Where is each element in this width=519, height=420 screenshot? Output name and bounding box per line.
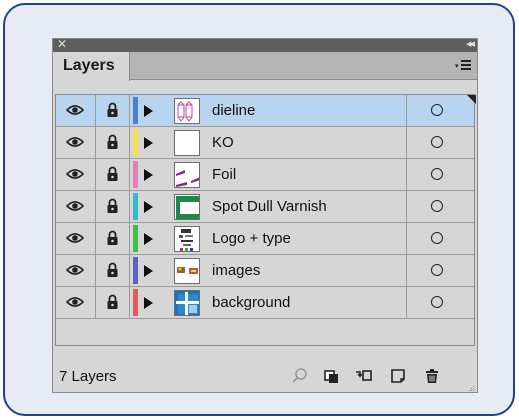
layer-row[interactable]: images (56, 255, 474, 287)
visibility-toggle[interactable] (56, 223, 96, 254)
expand-toggle[interactable] (144, 255, 158, 286)
layer-color-swatch (133, 257, 138, 284)
close-icon[interactable]: ✕ (57, 37, 67, 51)
disclosure-triangle-icon (144, 201, 153, 213)
disclosure-triangle-icon (144, 105, 153, 117)
target-circle-icon (431, 136, 443, 148)
expand-toggle[interactable] (144, 95, 158, 126)
layer-target[interactable] (406, 255, 476, 286)
lock-toggle[interactable] (96, 255, 130, 286)
disclosure-triangle-icon (144, 297, 153, 309)
disclosure-triangle-icon (144, 169, 153, 181)
layer-thumbnail (174, 194, 200, 220)
target-circle-icon (431, 104, 443, 116)
visibility-toggle[interactable] (56, 95, 96, 126)
expand-toggle[interactable] (144, 159, 158, 190)
tab-layers[interactable]: Layers (53, 52, 130, 81)
layer-thumbnail (174, 162, 200, 188)
expand-toggle[interactable] (144, 223, 158, 254)
target-circle-icon (431, 264, 443, 276)
layer-row[interactable]: background (56, 287, 474, 319)
layer-row[interactable]: Foil (56, 159, 474, 191)
layer-color-swatch (133, 129, 138, 156)
layer-target[interactable] (406, 287, 476, 318)
layer-name[interactable]: KO (212, 127, 402, 158)
layers-panel: ✕ ◂◂ Layers ▾ dieline KO Foil Spot Dull … (52, 37, 478, 393)
layer-color-swatch (133, 289, 138, 316)
layer-name[interactable]: images (212, 255, 402, 286)
lock-toggle[interactable] (96, 223, 130, 254)
lock-toggle[interactable] (96, 127, 130, 158)
visibility-toggle[interactable] (56, 191, 96, 222)
layer-thumbnail (174, 98, 200, 124)
layer-thumbnail (174, 130, 200, 156)
layer-color-swatch (133, 193, 138, 220)
new-sublayer-icon[interactable] (355, 367, 373, 385)
visibility-toggle[interactable] (56, 287, 96, 318)
layer-name[interactable]: Logo + type (212, 223, 402, 254)
layer-name[interactable]: Spot Dull Varnish (212, 191, 402, 222)
layer-color-swatch (133, 225, 138, 252)
collect-for-export-icon[interactable] (323, 367, 341, 385)
layer-row[interactable]: Logo + type (56, 223, 474, 255)
search-icon[interactable] (291, 367, 309, 385)
disclosure-triangle-icon (144, 233, 153, 245)
target-circle-icon (431, 200, 443, 212)
layer-target[interactable] (406, 159, 476, 190)
layer-row[interactable]: dieline (56, 95, 476, 127)
trash-icon[interactable] (423, 367, 441, 385)
lock-toggle[interactable] (96, 95, 130, 126)
visibility-toggle[interactable] (56, 159, 96, 190)
layer-color-swatch (133, 97, 138, 124)
visibility-toggle[interactable] (56, 255, 96, 286)
visibility-toggle[interactable] (56, 127, 96, 158)
layer-count: 7 Layers (59, 368, 117, 385)
expand-toggle[interactable] (144, 127, 158, 158)
layer-row[interactable]: KO (56, 127, 474, 159)
layer-target[interactable] (406, 223, 476, 254)
figure-frame: ✕ ◂◂ Layers ▾ dieline KO Foil Spot Dull … (3, 3, 515, 416)
lock-toggle[interactable] (96, 287, 130, 318)
layer-name[interactable]: background (212, 287, 402, 318)
layer-thumbnail (174, 226, 200, 252)
layer-target[interactable] (406, 191, 476, 222)
target-circle-icon (431, 232, 443, 244)
expand-toggle[interactable] (144, 191, 158, 222)
layer-target[interactable] (406, 127, 476, 158)
layer-color-swatch (133, 161, 138, 188)
panel-tabstrip: Layers ▾ (53, 52, 477, 81)
layer-thumbnail (174, 290, 200, 316)
layer-name[interactable]: dieline (212, 95, 402, 126)
target-circle-icon (431, 296, 443, 308)
expand-toggle[interactable] (144, 287, 158, 318)
panel-menu-icon[interactable]: ▾ (455, 59, 471, 71)
layer-name[interactable]: Foil (212, 159, 402, 190)
panel-footer: 7 Layers (53, 359, 477, 393)
target-circle-icon (431, 168, 443, 180)
lock-toggle[interactable] (96, 191, 130, 222)
collapse-icon[interactable]: ◂◂ (466, 37, 475, 51)
new-layer-icon[interactable] (389, 367, 407, 385)
disclosure-triangle-icon (144, 137, 153, 149)
resize-grip-icon[interactable] (465, 381, 475, 393)
layer-row[interactable]: Spot Dull Varnish (56, 191, 474, 223)
layer-target[interactable] (406, 95, 476, 126)
lock-toggle[interactable] (96, 159, 130, 190)
layer-list: dieline KO Foil Spot Dull Varnish Logo +… (55, 94, 476, 346)
panel-titlebar: ✕ ◂◂ (53, 37, 477, 52)
layer-thumbnail (174, 258, 200, 284)
current-layer-marker (467, 95, 476, 104)
disclosure-triangle-icon (144, 265, 153, 277)
